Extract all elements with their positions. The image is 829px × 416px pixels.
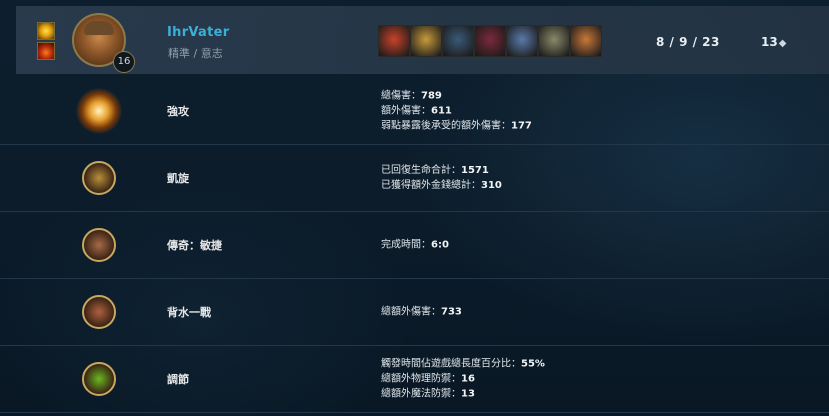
rune-stat-value: 6:0 [431, 239, 449, 251]
rune-row: 凱旋 已回復生命合計：1571 已獲得額外金錢總計：310 [0, 145, 829, 212]
rune-stat-line: 完成時間：6:0 [381, 238, 449, 253]
rune-stat-label: 額外傷害： [381, 105, 431, 117]
rune-stat-label: 總額外魔法防禦： [381, 388, 461, 400]
rune-paths-label: 精準 / 意志 [168, 47, 223, 60]
rune-stats: 總傷害：789 額外傷害：611 弱點暴露後承受的額外傷害：177 [381, 89, 532, 134]
item-5-icon[interactable] [506, 25, 538, 57]
rune-name: 調節 [167, 373, 189, 386]
rune-stat-label: 總傷害： [381, 90, 421, 102]
rune-stat-label: 總額外傷害： [381, 306, 441, 318]
rune-stats: 完成時間：6:0 [381, 238, 449, 253]
item-4-icon[interactable] [474, 25, 506, 57]
summoner-spells [37, 22, 55, 62]
rune-row: 背水一戰 總額外傷害：733 [0, 279, 829, 346]
rune-stats: 觸發時間佔遊戲總長度百分比：55% 總額外物理防禦：16 總額外魔法防禦：13 [381, 357, 545, 402]
rune-stat-value: 611 [431, 105, 452, 117]
rune-stat-line: 已獲得額外金錢總計：310 [381, 178, 502, 193]
rune-name: 傳奇：敏捷 [167, 239, 222, 252]
rune-stat-line: 總額外物理防禦：16 [381, 372, 545, 387]
rune-stat-value: 55% [521, 358, 545, 370]
rune-stat-value: 310 [481, 180, 502, 191]
rune-stat-label: 已獲得額外金錢總計： [381, 180, 481, 191]
rune-row: 調節 觸發時間佔遊戲總長度百分比：55% 總額外物理防禦：16 總額外魔法防禦：13 [0, 346, 829, 413]
triumph-icon[interactable] [82, 161, 116, 195]
match-detail-panel: 16 IhrVater 精準 / 意志 8 / 9 / 23 13◆ 強攻 總傷害… [0, 0, 829, 416]
item-2-icon[interactable] [410, 25, 442, 57]
champion-hat-shape [84, 21, 114, 35]
rune-stat-label: 已回復生命合計： [381, 165, 461, 176]
rune-stat-label: 觸發時間佔遊戲總長度百分比： [381, 358, 521, 370]
rune-stat-label: 總額外物理防禦： [381, 373, 461, 385]
spell-ignite-icon[interactable] [37, 42, 55, 60]
kda-score: 8 / 9 / 23 [656, 35, 720, 49]
rune-stat-value: 733 [441, 306, 462, 318]
rune-stats: 總額外傷害：733 [381, 305, 462, 320]
summoner-name[interactable]: IhrVater [167, 25, 229, 40]
last-stand-icon[interactable] [82, 295, 116, 329]
conditioning-icon[interactable] [82, 362, 116, 396]
item-slots [378, 25, 602, 57]
rune-stat-line: 總額外傷害：733 [381, 305, 462, 320]
rune-stat-line: 觸發時間佔遊戲總長度百分比：55% [381, 357, 545, 372]
rune-stat-label: 完成時間： [381, 239, 431, 251]
rune-stat-value: 13 [461, 388, 475, 400]
rune-stats: 已回復生命合計：1571 已獲得額外金錢總計：310 [381, 163, 502, 193]
item-1-icon[interactable] [378, 25, 410, 57]
rune-stat-value: 789 [421, 90, 442, 102]
item-6-icon[interactable] [538, 25, 570, 57]
rune-row: 強攻 總傷害：789 額外傷害：611 弱點暴露後承受的額外傷害：177 [0, 78, 829, 145]
rune-row: 傳奇：敏捷 完成時間：6:0 [0, 212, 829, 279]
rune-name: 強攻 [167, 105, 189, 118]
rune-name: 背水一戰 [167, 306, 211, 319]
rune-stat-value: 177 [511, 120, 532, 132]
spell-hexflash-icon[interactable] [37, 22, 55, 40]
rune-stat-value: 1571 [461, 165, 489, 176]
creep-score: 13◆ [761, 35, 786, 49]
rune-stat-line: 額外傷害：611 [381, 104, 532, 119]
minion-icon: ◆ [778, 38, 787, 49]
rune-stat-line: 已回復生命合計：1571 [381, 163, 502, 178]
item-3-icon[interactable] [442, 25, 474, 57]
rune-name: 凱旋 [167, 172, 189, 185]
player-summary-row[interactable]: 16 IhrVater 精準 / 意志 8 / 9 / 23 13◆ [16, 6, 829, 74]
creep-score-value: 13 [761, 35, 778, 49]
rune-stat-line: 總額外魔法防禦：13 [381, 387, 545, 402]
rune-stat-line: 總傷害：789 [381, 89, 532, 104]
legend-alacrity-icon[interactable] [82, 228, 116, 262]
rune-stat-label: 弱點暴露後承受的額外傷害： [381, 120, 511, 132]
press-the-attack-icon[interactable] [76, 88, 122, 134]
rune-stat-value: 16 [461, 373, 475, 385]
rune-stat-line: 弱點暴露後承受的額外傷害：177 [381, 119, 532, 134]
champion-level-badge: 16 [113, 51, 135, 73]
item-7-icon[interactable] [570, 25, 602, 57]
